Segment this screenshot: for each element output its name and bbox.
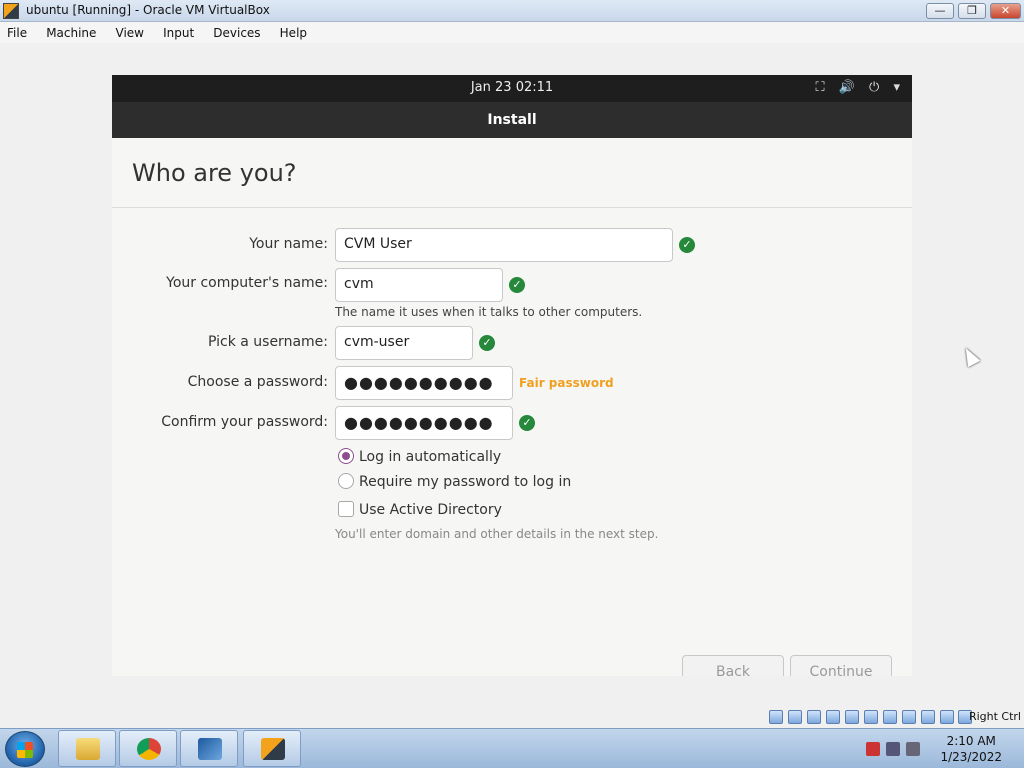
network-icon[interactable]: ⛶	[815, 80, 824, 95]
active-directory-label: Use Active Directory	[359, 502, 502, 518]
start-button[interactable]	[5, 731, 45, 767]
computer-name-label: Your computer's name:	[166, 275, 328, 291]
audio-icon[interactable]	[807, 710, 821, 724]
computer-name-valid-icon: ✓	[509, 277, 525, 293]
username-label: Pick a username:	[207, 334, 328, 350]
action-center-icon[interactable]	[866, 742, 880, 756]
username-valid-icon: ✓	[479, 335, 495, 351]
menu-view[interactable]: View	[109, 23, 151, 40]
recording-icon[interactable]	[902, 710, 916, 724]
confirm-password-input[interactable]: ●●●●●●●●●●	[335, 406, 513, 440]
cpu-icon[interactable]	[921, 710, 935, 724]
gnome-top-bar: Jan 23 02:11 ⛶ 🔊 ⏻ ▾	[112, 75, 912, 102]
maximize-button[interactable]: ❐	[958, 3, 986, 19]
usb-icon[interactable]	[845, 710, 859, 724]
radio-unselected-icon[interactable]	[338, 473, 354, 489]
display-icon[interactable]	[883, 710, 897, 724]
guest-clock[interactable]: Jan 23 02:11	[112, 80, 912, 95]
name-valid-icon: ✓	[679, 237, 695, 253]
windows-taskbar: 2:10 AM 1/23/2022	[0, 728, 1024, 768]
folder-icon	[76, 738, 100, 760]
page-title: Who are you?	[132, 159, 297, 187]
name-label: Your name:	[249, 236, 328, 252]
close-button[interactable]: ✕	[990, 3, 1021, 19]
password-label: Choose a password:	[187, 374, 328, 390]
clock-time: 2:10 AM	[946, 734, 996, 748]
radio-selected-icon[interactable]	[338, 448, 354, 464]
menu-input[interactable]: Input	[156, 23, 201, 40]
taskbar-file-explorer[interactable]	[58, 730, 116, 767]
hard-disk-icon[interactable]	[769, 710, 783, 724]
virtualbox-app-icon	[3, 3, 19, 19]
username-input[interactable]: cvm-user	[335, 326, 473, 360]
require-password-label: Require my password to log in	[359, 474, 572, 490]
back-button[interactable]: Back	[682, 655, 784, 676]
optical-drive-icon[interactable]	[788, 710, 802, 724]
mouse-integration-icon[interactable]	[940, 710, 954, 724]
vbox-menu-bar: File Machine View Input Devices Help	[0, 22, 1024, 43]
dropdown-icon[interactable]: ▾	[893, 80, 900, 95]
taskbar-virtualbox-vm[interactable]	[243, 730, 301, 767]
windows-logo-icon	[17, 742, 33, 758]
installer-header: Install	[112, 102, 912, 138]
menu-machine[interactable]: Machine	[39, 23, 103, 40]
login-automatically-option[interactable]: Log in automatically	[338, 448, 501, 465]
power-icon[interactable]: ⏻	[869, 80, 879, 95]
chrome-icon	[137, 738, 161, 760]
guest-screen[interactable]: Jan 23 02:11 ⛶ 🔊 ⏻ ▾ Install Who are you…	[112, 75, 912, 676]
vbox-title-bar: ubuntu [Running] - Oracle VM VirtualBox …	[0, 0, 1024, 22]
taskbar-virtualbox-manager[interactable]	[180, 730, 238, 767]
checkbox-icon[interactable]	[338, 501, 354, 517]
minimize-button[interactable]: —	[926, 3, 954, 19]
login-automatically-label: Log in automatically	[359, 449, 502, 465]
divider	[112, 207, 912, 208]
taskbar-chrome[interactable]	[119, 730, 177, 767]
computer-name-input[interactable]: cvm	[335, 268, 503, 302]
password-input[interactable]: ●●●●●●●●●●	[335, 366, 513, 400]
menu-help[interactable]: Help	[273, 23, 314, 40]
clock[interactable]: 2:10 AM 1/23/2022	[940, 733, 1002, 765]
notification-area: 2:10 AM 1/23/2022	[854, 729, 1024, 768]
guest-system-tray[interactable]: ⛶ 🔊 ⏻ ▾	[805, 80, 900, 95]
menu-file[interactable]: File	[0, 23, 34, 40]
password-strength: Fair password	[519, 376, 614, 390]
active-directory-hint: You'll enter domain and other details in…	[335, 527, 659, 541]
vbox-status-bar: Right Ctrl	[0, 706, 1024, 728]
network-status-icon[interactable]	[886, 742, 900, 756]
network-adapter-icon[interactable]	[826, 710, 840, 724]
confirm-valid-icon: ✓	[519, 415, 535, 431]
shared-folders-icon[interactable]	[864, 710, 878, 724]
require-password-option[interactable]: Require my password to log in	[338, 473, 571, 490]
menu-devices[interactable]: Devices	[206, 23, 267, 40]
speaker-icon[interactable]	[906, 742, 920, 756]
computer-name-hint: The name it uses when it talks to other …	[335, 305, 643, 319]
confirm-password-label: Confirm your password:	[161, 414, 328, 430]
vm-window-icon	[261, 738, 285, 760]
virtualbox-icon	[198, 738, 222, 760]
name-input[interactable]: CVM User	[335, 228, 673, 262]
volume-icon[interactable]: 🔊	[839, 80, 855, 95]
clock-date: 1/23/2022	[940, 750, 1002, 764]
host-key-label: Right Ctrl	[968, 710, 1021, 723]
window-title: ubuntu [Running] - Oracle VM VirtualBox	[26, 3, 270, 17]
active-directory-option[interactable]: Use Active Directory	[338, 501, 502, 518]
continue-button[interactable]: Continue	[790, 655, 892, 676]
